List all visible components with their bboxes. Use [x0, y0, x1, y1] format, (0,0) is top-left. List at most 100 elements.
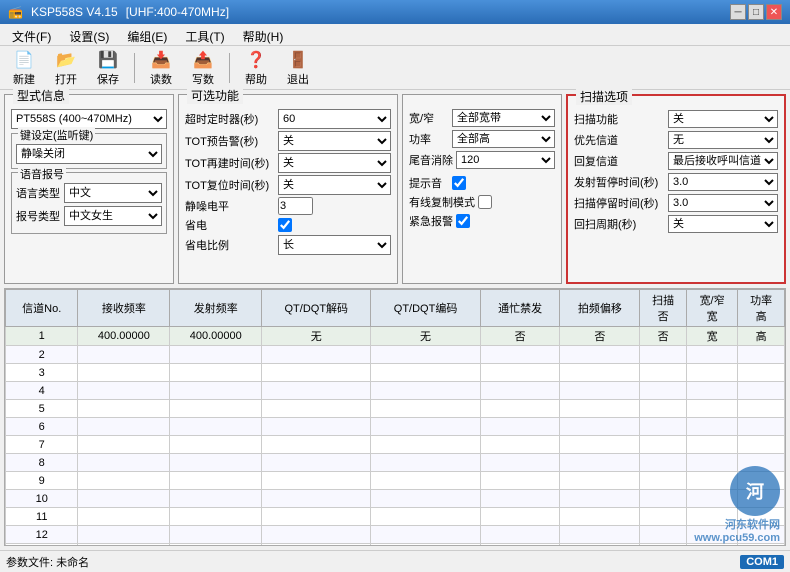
toolbar-separator2	[229, 53, 230, 83]
table-cell	[640, 544, 687, 547]
table-cell	[560, 346, 640, 364]
menu-group[interactable]: 编组(E)	[119, 26, 175, 43]
close-button[interactable]: ✕	[766, 4, 782, 20]
table-cell	[170, 436, 262, 454]
table-cell	[262, 490, 371, 508]
table-cell	[480, 364, 560, 382]
table-cell	[480, 436, 560, 454]
col-rx-freq: 接收频率	[78, 290, 170, 327]
table-row[interactable]: 11	[6, 508, 785, 526]
power-ratio-label: 省电比例	[185, 237, 275, 253]
help-button[interactable]: ❓ 帮助	[238, 46, 274, 90]
tx-pause-select[interactable]: 3.0	[668, 173, 778, 191]
table-row[interactable]: 12	[6, 526, 785, 544]
table-cell	[560, 382, 640, 400]
table-cell	[170, 490, 262, 508]
resume-chan-select[interactable]: 最后接收呼叫信道	[668, 152, 778, 170]
table-row[interactable]: 10	[6, 490, 785, 508]
table-cell: 400.00000	[170, 327, 262, 346]
table-cell	[480, 454, 560, 472]
save-button[interactable]: 💾 保存	[90, 46, 126, 90]
table-cell: 3	[6, 364, 78, 382]
table-cell	[78, 508, 170, 526]
lang-select[interactable]: 中文	[64, 183, 162, 203]
table-cell	[78, 436, 170, 454]
squelch-input[interactable]	[278, 197, 313, 215]
table-cell	[78, 526, 170, 544]
table-cell: 5	[6, 400, 78, 418]
bw-select[interactable]: 全部宽带	[452, 109, 555, 127]
beep-checkbox[interactable]	[452, 176, 466, 190]
table-row[interactable]: 4	[6, 382, 785, 400]
write-button[interactable]: 📤 写数	[185, 46, 221, 90]
status-right: 河 河东软件网 www.pcu59.com COM1	[740, 555, 784, 569]
read-button[interactable]: 📥 读数	[143, 46, 179, 90]
power-select[interactable]: 全部高	[452, 130, 555, 148]
scan-func-select[interactable]: 关	[668, 110, 778, 128]
rescan-period-select[interactable]: 关	[668, 215, 778, 233]
power-ratio-select[interactable]: 长	[278, 235, 391, 255]
table-row[interactable]: 9	[6, 472, 785, 490]
table-cell	[371, 526, 480, 544]
new-button[interactable]: 📄 新建	[6, 46, 42, 90]
exit-button[interactable]: 🚪 退出	[280, 46, 316, 90]
priority-chan-select[interactable]: 无	[668, 131, 778, 149]
menu-help[interactable]: 帮助(H)	[235, 26, 292, 43]
model-panel-title: 型式信息	[13, 87, 69, 104]
table-row[interactable]: 6	[6, 418, 785, 436]
model-select[interactable]: PT558S (400~470MHz)	[11, 109, 167, 129]
menu-file[interactable]: 文件(F)	[4, 26, 59, 43]
scan-func-label: 扫描功能	[574, 111, 664, 127]
power-save-checkbox[interactable]	[278, 218, 292, 232]
table-cell: 11	[6, 508, 78, 526]
table-cell: 400.00000	[78, 327, 170, 346]
table-cell	[262, 382, 371, 400]
tot-warn-select[interactable]: 关	[278, 131, 391, 151]
emergency-checkbox[interactable]	[456, 214, 470, 228]
app-icon: 📻	[8, 5, 23, 19]
minimize-button[interactable]: ─	[730, 4, 746, 20]
wire-copy-label: 有线复制模式	[409, 194, 475, 210]
report-select[interactable]: 中文女生	[64, 206, 162, 226]
table-row[interactable]: 8	[6, 454, 785, 472]
exit-icon: 🚪	[287, 49, 309, 71]
scan-panel-title: 扫描选项	[576, 88, 632, 105]
table-cell	[560, 508, 640, 526]
bw-power-panel: 宽/窄 全部宽带 功率 全部高 尾音消除 120 提示音 有线复制模式 紧急报警	[402, 94, 562, 284]
table-cell: 13	[6, 544, 78, 547]
tail-tone-select[interactable]: 120	[456, 151, 555, 169]
table-cell	[560, 418, 640, 436]
squelch-label: 静噪电平	[185, 198, 275, 214]
table-row[interactable]: 2	[6, 346, 785, 364]
timeout-select[interactable]: 60	[278, 109, 391, 129]
power-row: 功率 全部高	[409, 130, 555, 148]
priority-chan-row: 优先信道 无	[574, 131, 778, 149]
menu-tools[interactable]: 工具(T)	[177, 26, 232, 43]
new-icon: 📄	[13, 49, 35, 71]
key-select[interactable]: 静噪关闭	[16, 144, 162, 164]
open-button[interactable]: 📂 打开	[48, 46, 84, 90]
table-row[interactable]: 5	[6, 400, 785, 418]
table-cell: 否	[560, 327, 640, 346]
timeout-label: 超时定时器(秒)	[185, 111, 275, 127]
table-cell	[640, 364, 687, 382]
wire-copy-checkbox[interactable]	[478, 195, 492, 209]
com-badge: COM1	[740, 555, 784, 569]
table-cell	[262, 508, 371, 526]
table-cell	[640, 526, 687, 544]
table-cell	[560, 472, 640, 490]
features-panel-title: 可选功能	[187, 87, 243, 104]
tot-reset-select[interactable]: 关	[278, 175, 391, 195]
menu-settings[interactable]: 设置(S)	[61, 26, 117, 43]
scan-dwell-select[interactable]: 3.0	[668, 194, 778, 212]
tot-rebuild-select[interactable]: 关	[278, 153, 391, 173]
maximize-button[interactable]: □	[748, 4, 764, 20]
table-row[interactable]: 1400.00000400.00000无无否否否宽高	[6, 327, 785, 346]
table-cell	[560, 526, 640, 544]
table-cell	[78, 418, 170, 436]
table-cell	[170, 544, 262, 547]
table-cell: 2	[6, 346, 78, 364]
table-row[interactable]: 3	[6, 364, 785, 382]
table-row[interactable]: 7	[6, 436, 785, 454]
table-row[interactable]: 13	[6, 544, 785, 547]
